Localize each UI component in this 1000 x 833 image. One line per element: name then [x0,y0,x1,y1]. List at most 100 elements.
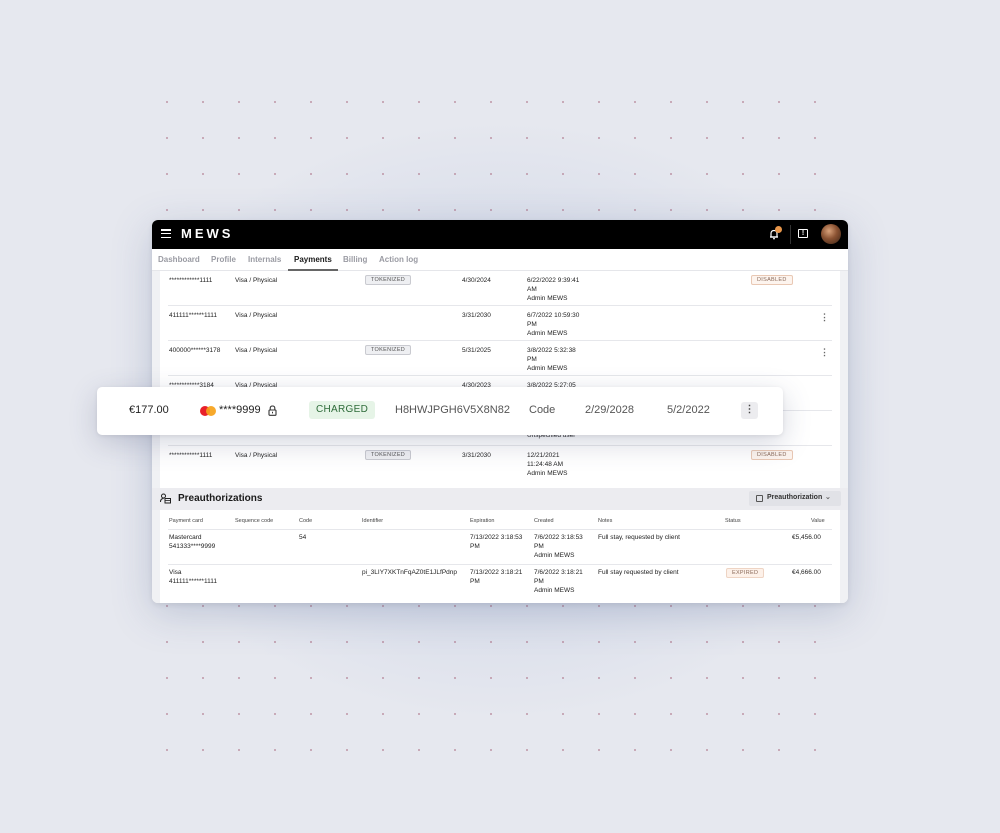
charge-identifier: H8HWJPGH6V5X8N82 [395,404,510,416]
background-dot [454,713,456,715]
background-dot [526,209,528,211]
background-dot [202,749,204,751]
tab-dashboard[interactable]: Dashboard [158,255,200,264]
background-dot [346,101,348,103]
background-dot [562,137,564,139]
more-options-icon[interactable]: ⋮ [741,402,758,419]
created-date: 7/6/2022 3:18:21 [534,569,583,576]
tab-payments[interactable]: Payments [294,255,332,264]
charge-expiration: 2/29/2028 [585,404,634,416]
tab-action-log[interactable]: Action log [379,255,418,264]
background-dot [598,713,600,715]
background-dot [202,677,204,679]
created-by: Admin MEWS [534,587,575,594]
expiration: 7/13/2022 3:18:53 PM [470,533,522,551]
background-dot [490,713,492,715]
background-dot [382,605,384,607]
background-dot [454,605,456,607]
background-dot [778,209,780,211]
background-dot [742,173,744,175]
background-dot [742,749,744,751]
background-dot [706,209,708,211]
background-dot [310,677,312,679]
background-dot [490,677,492,679]
tab-billing[interactable]: Billing [343,255,367,264]
disabled-badge: DISABLED [751,450,793,460]
background-dot [418,605,420,607]
background-dot [382,101,384,103]
background-dot [346,173,348,175]
background-dot [814,713,816,715]
background-dot [418,101,420,103]
background-dot [706,713,708,715]
created-by: Admin MEWS [534,552,575,559]
background-dot [706,101,708,103]
background-dot [202,209,204,211]
background-dot [274,173,276,175]
row-menu-icon[interactable]: ⋮ [820,312,829,323]
card-expiration: 3/31/2030 [462,452,491,459]
tab-profile[interactable]: Profile [211,255,236,264]
background-dot [562,713,564,715]
background-dot [166,677,168,679]
expired-badge: EXPIRED [726,568,765,578]
background-dot [346,605,348,607]
background-dot [670,605,672,607]
background-dot [166,101,168,103]
tab-internals[interactable]: Internals [248,255,281,264]
card-created: 6/7/2022 10:59:30 PM Admin MEWS [527,311,579,338]
charge-detail-card[interactable]: €177.00 ****9999 CHARGED H8HWJPGH6V5X8N8… [97,387,783,435]
background-dot [598,173,600,175]
background-dot [598,677,600,679]
background-dot [274,209,276,211]
background-dot [202,173,204,175]
value: €5,456.00 [792,534,821,541]
background-dot [634,101,636,103]
table-row[interactable]: 400000******3178 Visa / Physical TOKENIZ… [168,341,832,376]
payment-card: Visa 411111******1111 [169,568,217,586]
created: 7/6/2022 3:18:53 PM Admin MEWS [534,533,583,560]
background-dot [490,605,492,607]
table-row[interactable]: 411111******1111 Visa / Physical 3/31/20… [168,306,832,341]
background-dot [202,641,204,643]
table-row[interactable]: ************1111 Visa / Physical TOKENIZ… [168,271,832,306]
background-dot [202,605,204,607]
column-header: Payment card [169,518,203,524]
header-divider [790,225,791,244]
table-row[interactable]: ************1111 Visa / Physical TOKENIZ… [168,446,832,481]
background-dot [526,713,528,715]
background-dot [238,749,240,751]
table-row[interactable]: Mastercard 541333****9999 54 7/13/2022 3:… [168,530,832,565]
background-dot [670,641,672,643]
section-title: Preauthorizations [178,493,263,504]
add-preauthorization-button[interactable]: Preauthorization ⌄ [749,491,841,506]
menu-icon[interactable] [161,229,171,239]
row-menu-icon[interactable]: ⋮ [820,347,829,358]
background-dot [814,605,816,607]
card-number: 411111******1111 [169,578,217,585]
created-time: 11:24:48 AM [527,461,564,468]
created-date: 12/21/2021 [527,452,560,459]
background-dot [238,605,240,607]
charge-method: Code [529,404,556,416]
card-expiration: 4/30/2024 [462,277,491,284]
notification-badge [775,226,782,233]
expiration-date: 7/13/2022 3:18:21 [470,569,523,576]
identifier: pi_3LIY7XKTnFqAZ0tE1JLfPdnp [362,569,458,576]
created-date: 3/8/2022 5:32:38 [527,347,576,354]
card-brand: Mastercard [169,534,202,541]
background-dot [202,101,204,103]
help-icon[interactable]: ! [798,229,808,238]
background-dot [634,209,636,211]
created-ampm: PM [534,543,544,550]
table-row[interactable]: Visa 411111******1111 pi_3LIY7XKTnFqAZ0tE… [168,565,832,600]
background-dot [778,137,780,139]
background-dot [526,137,528,139]
background-dot [778,749,780,751]
card-type: Visa / Physical [235,312,278,319]
user-avatar[interactable] [821,224,841,244]
expiration-ampm: PM [470,543,480,550]
preauthorization-icon [160,493,171,504]
tab-bar: Dashboard Profile Internals Payments Bil… [152,249,848,271]
card-number: 411111******1111 [169,312,217,319]
